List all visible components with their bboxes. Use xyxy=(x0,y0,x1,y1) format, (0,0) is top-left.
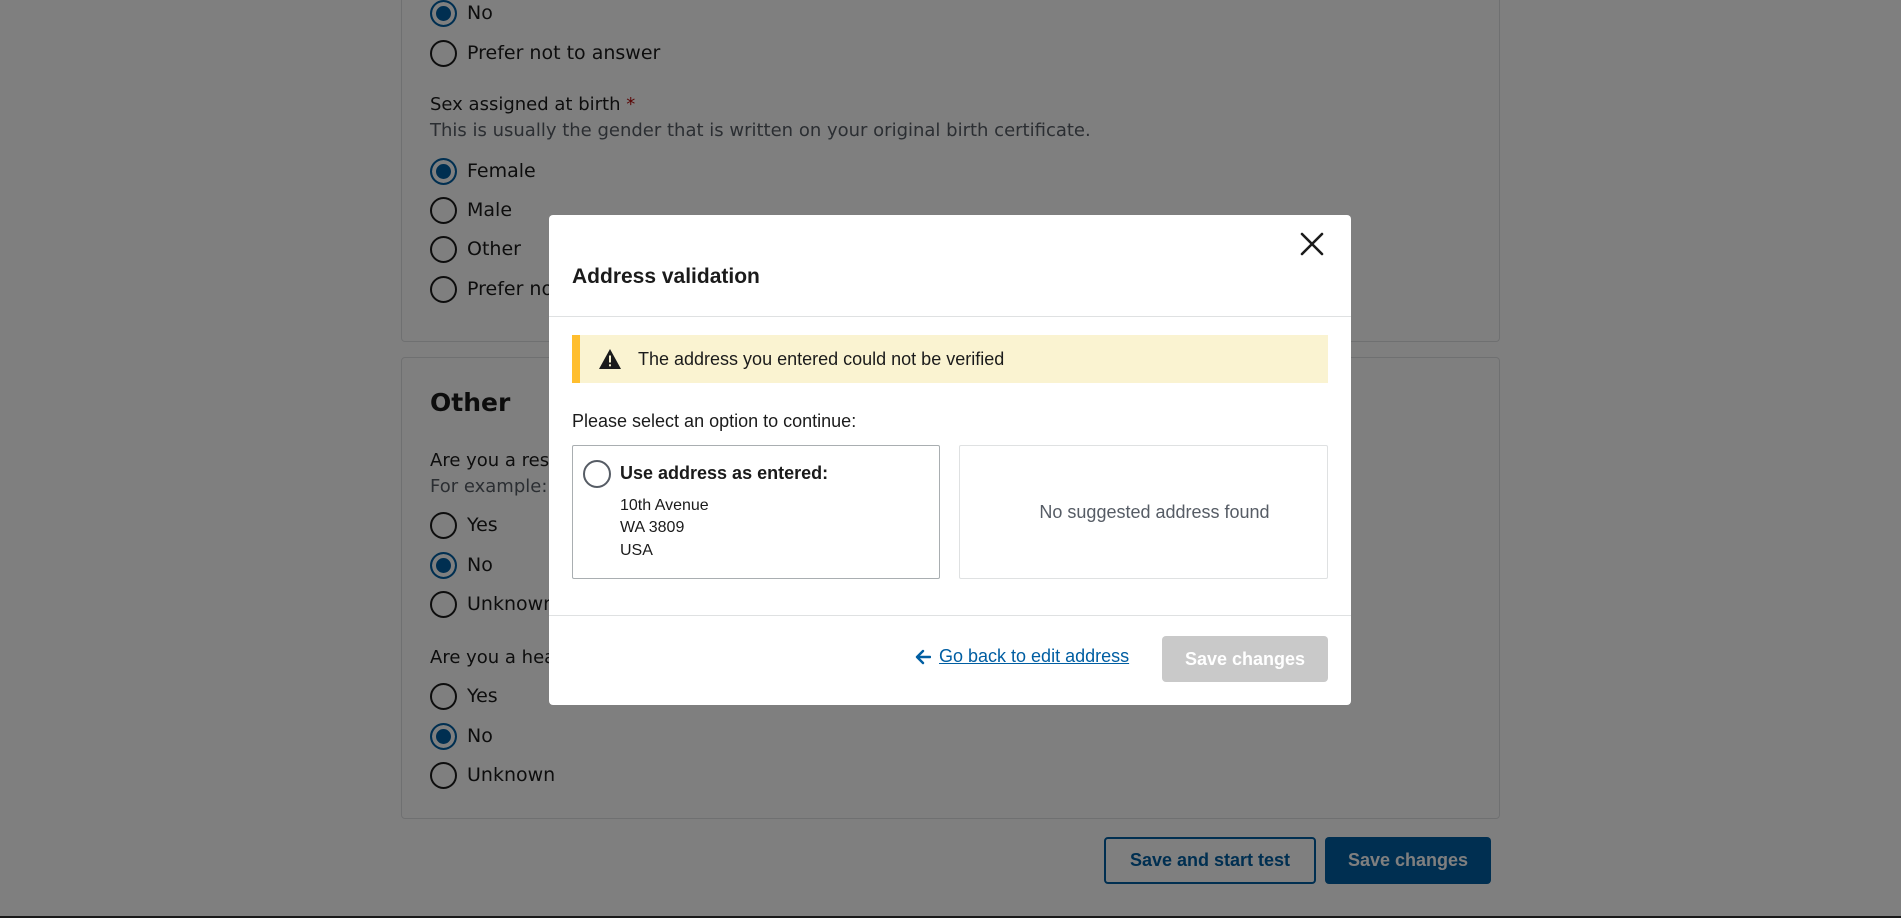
warning-icon xyxy=(599,349,621,369)
modal-title: Address validation xyxy=(572,265,760,288)
use-entered-address-option[interactable]: Use address as entered: 10th Avenue WA 3… xyxy=(572,445,940,579)
address-line: USA xyxy=(620,542,653,559)
suggested-address-box: No suggested address found xyxy=(959,445,1328,579)
modal-footer-divider xyxy=(549,615,1351,616)
no-suggestion-text: No suggested address found xyxy=(1039,501,1270,522)
alert-text: The address you entered could not be ver… xyxy=(638,348,1005,369)
address-validation-modal: Address validation The address you enter… xyxy=(549,215,1351,705)
use-entered-address-radio[interactable] xyxy=(583,460,611,488)
arrow-left-icon xyxy=(915,649,931,664)
go-back-to-edit-address-link[interactable]: Go back to edit address xyxy=(915,646,1129,667)
option-heading: Use address as entered: xyxy=(620,463,829,483)
select-option-prompt: Please select an option to continue: xyxy=(572,411,857,431)
address-line: WA 3809 xyxy=(620,519,685,536)
address-line: 10th Avenue xyxy=(620,497,709,514)
close-button[interactable] xyxy=(1295,227,1329,261)
modal-header-divider xyxy=(549,316,1351,317)
close-icon xyxy=(1300,232,1324,256)
modal-save-changes-button[interactable]: Save changes xyxy=(1162,636,1328,682)
warning-alert: The address you entered could not be ver… xyxy=(572,335,1328,383)
link-label: Go back to edit address xyxy=(939,646,1130,666)
